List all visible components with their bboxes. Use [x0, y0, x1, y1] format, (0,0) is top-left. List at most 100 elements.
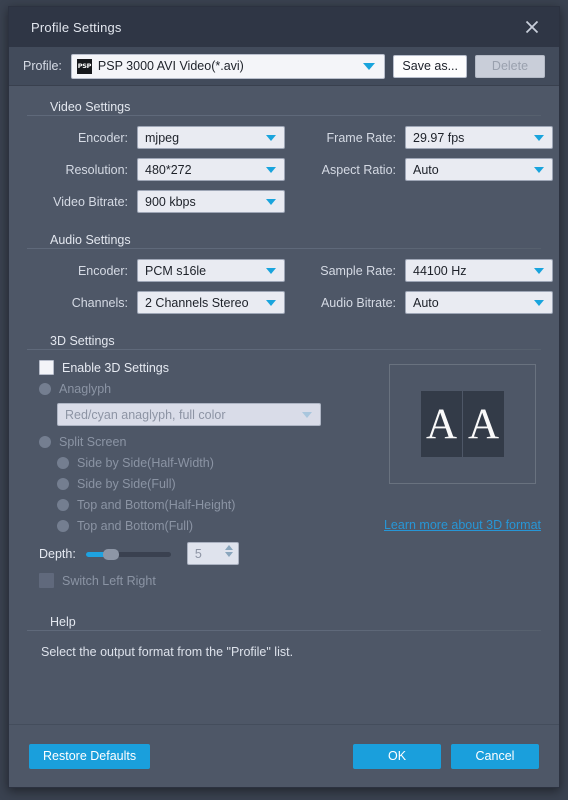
audio-bitrate-value: Auto [413, 295, 439, 310]
chevron-down-icon [266, 166, 276, 173]
checkbox-icon[interactable] [39, 360, 54, 375]
video-encoder-select[interactable]: mjpeg [137, 126, 285, 149]
video-settings-group: Video Settings Encoder: mjpeg Frame Rate… [27, 100, 553, 219]
title-bar: Profile Settings [9, 7, 559, 47]
anaglyph-value: Red/cyan anaglyph, full color [65, 407, 226, 422]
audio-encoder-label: Encoder: [77, 263, 128, 278]
divider [27, 115, 541, 116]
dialog-body: Video Settings Encoder: mjpeg Frame Rate… [9, 86, 559, 724]
sbs-full-label: Side by Side(Full) [77, 477, 176, 491]
chevron-down-icon [534, 166, 544, 173]
frame-rate-label: Frame Rate: [326, 130, 396, 145]
tb-half-label: Top and Bottom(Half-Height) [77, 498, 236, 512]
tb-full-radio-row: Top and Bottom(Full) [39, 519, 384, 533]
depth-row: Depth: 5 [27, 542, 384, 565]
video-bitrate-label: Video Bitrate: [53, 194, 128, 209]
audio-encoder-value: PCM s16le [145, 263, 207, 278]
anaglyph-radio-row: Anaglyph [39, 382, 384, 396]
threed-settings-group: 3D Settings Enable 3D Settings Anaglyph … [27, 334, 541, 601]
help-title: Help [43, 615, 83, 629]
switch-left-right-label: Switch Left Right [62, 573, 156, 588]
depth-slider[interactable] [85, 547, 171, 561]
depth-label: Depth: [39, 546, 76, 561]
radio-icon [39, 436, 51, 448]
sample-rate-label: Sample Rate: [320, 263, 396, 278]
video-bitrate-value: 900 kbps [145, 194, 196, 209]
radio-icon [57, 457, 69, 469]
chevron-down-icon [266, 299, 276, 306]
cancel-button[interactable]: Cancel [451, 743, 539, 769]
frame-rate-select[interactable]: 29.97 fps [405, 126, 553, 149]
chevron-down-icon [266, 134, 276, 141]
audio-bitrate-select[interactable]: Auto [405, 291, 553, 314]
chevron-down-icon [363, 63, 376, 70]
checkbox-icon [39, 573, 54, 588]
chevron-down-icon [534, 299, 544, 306]
tb-half-radio-row: Top and Bottom(Half-Height) [39, 498, 384, 512]
radio-icon [57, 520, 69, 532]
radio-icon [57, 478, 69, 490]
divider [27, 630, 541, 631]
enable-3d-checkbox-row[interactable]: Enable 3D Settings [39, 360, 384, 375]
split-screen-label: Split Screen [59, 435, 127, 449]
dialog-footer: Restore Defaults OK Cancel [9, 724, 559, 787]
save-as-button[interactable]: Save as... [393, 54, 467, 78]
aspect-ratio-value: Auto [413, 162, 439, 177]
close-icon[interactable] [519, 15, 545, 39]
chevron-up-icon [224, 545, 233, 550]
depth-stepper: 5 [186, 542, 239, 565]
divider [27, 349, 541, 350]
audio-encoder-select[interactable]: PCM s16le [137, 259, 285, 282]
preview-right-letter: A [461, 391, 504, 457]
sbs-half-label: Side by Side(Half-Width) [77, 456, 214, 470]
channels-label: Channels: [71, 295, 128, 310]
chevron-down-icon [266, 267, 276, 274]
audio-settings-title: Audio Settings [43, 233, 138, 247]
video-settings-title: Video Settings [43, 100, 138, 114]
anaglyph-select: Red/cyan anaglyph, full color [57, 403, 321, 426]
tb-full-label: Top and Bottom(Full) [77, 519, 194, 533]
channels-select[interactable]: 2 Channels Stereo [137, 291, 285, 314]
aspect-ratio-label: Aspect Ratio: [321, 162, 396, 177]
help-group: Help Select the output format from the "… [27, 615, 541, 659]
chevron-down-icon [534, 134, 544, 141]
learn-more-link[interactable]: Learn more about 3D format [384, 518, 541, 532]
frame-rate-value: 29.97 fps [413, 130, 465, 145]
sbs-full-radio-row: Side by Side(Full) [39, 477, 384, 491]
page-title: Profile Settings [31, 19, 122, 35]
chevron-down-icon [224, 552, 233, 557]
stepper-arrows [224, 545, 233, 557]
sample-rate-select[interactable]: 44100 Hz [405, 259, 553, 282]
resolution-select[interactable]: 480*272 [137, 158, 285, 181]
preview-left-letter: A [420, 391, 462, 457]
aspect-ratio-select[interactable]: Auto [405, 158, 553, 181]
audio-settings-group: Audio Settings Encoder: PCM s16le Sample… [27, 233, 553, 320]
switch-left-right-row: Switch Left Right [39, 573, 384, 588]
video-encoder-label: Encoder: [77, 130, 128, 145]
profile-bar: Profile: PSP PSP 3000 AVI Video(*.avi) S… [9, 47, 559, 86]
ok-button[interactable]: OK [353, 743, 441, 769]
profile-select-value: PSP 3000 AVI Video(*.avi) [97, 59, 244, 73]
chevron-down-icon [266, 198, 276, 205]
divider [27, 248, 541, 249]
chevron-down-icon [534, 267, 544, 274]
sample-rate-value: 44100 Hz [413, 263, 467, 278]
psp-icon: PSP [76, 58, 92, 74]
video-bitrate-select[interactable]: 900 kbps [137, 190, 285, 213]
profile-settings-dialog: Profile Settings Profile: PSP PSP 3000 A… [8, 6, 560, 788]
enable-3d-label: Enable 3D Settings [62, 360, 170, 375]
slider-thumb[interactable] [102, 548, 119, 560]
radio-icon [57, 499, 69, 511]
split-screen-radio-row: Split Screen [39, 435, 384, 449]
anaglyph-label: Anaglyph [59, 382, 112, 396]
depth-value: 5 [194, 546, 202, 561]
threed-settings-title: 3D Settings [43, 334, 122, 348]
channels-value: 2 Channels Stereo [145, 295, 249, 310]
threed-preview: A A [388, 364, 536, 484]
restore-defaults-button[interactable]: Restore Defaults [29, 743, 151, 769]
delete-button: Delete [475, 54, 545, 78]
chevron-down-icon [302, 411, 312, 418]
profile-label: Profile: [23, 59, 62, 73]
help-text: Select the output format from the "Profi… [41, 645, 294, 659]
profile-select[interactable]: PSP PSP 3000 AVI Video(*.avi) [70, 53, 386, 79]
